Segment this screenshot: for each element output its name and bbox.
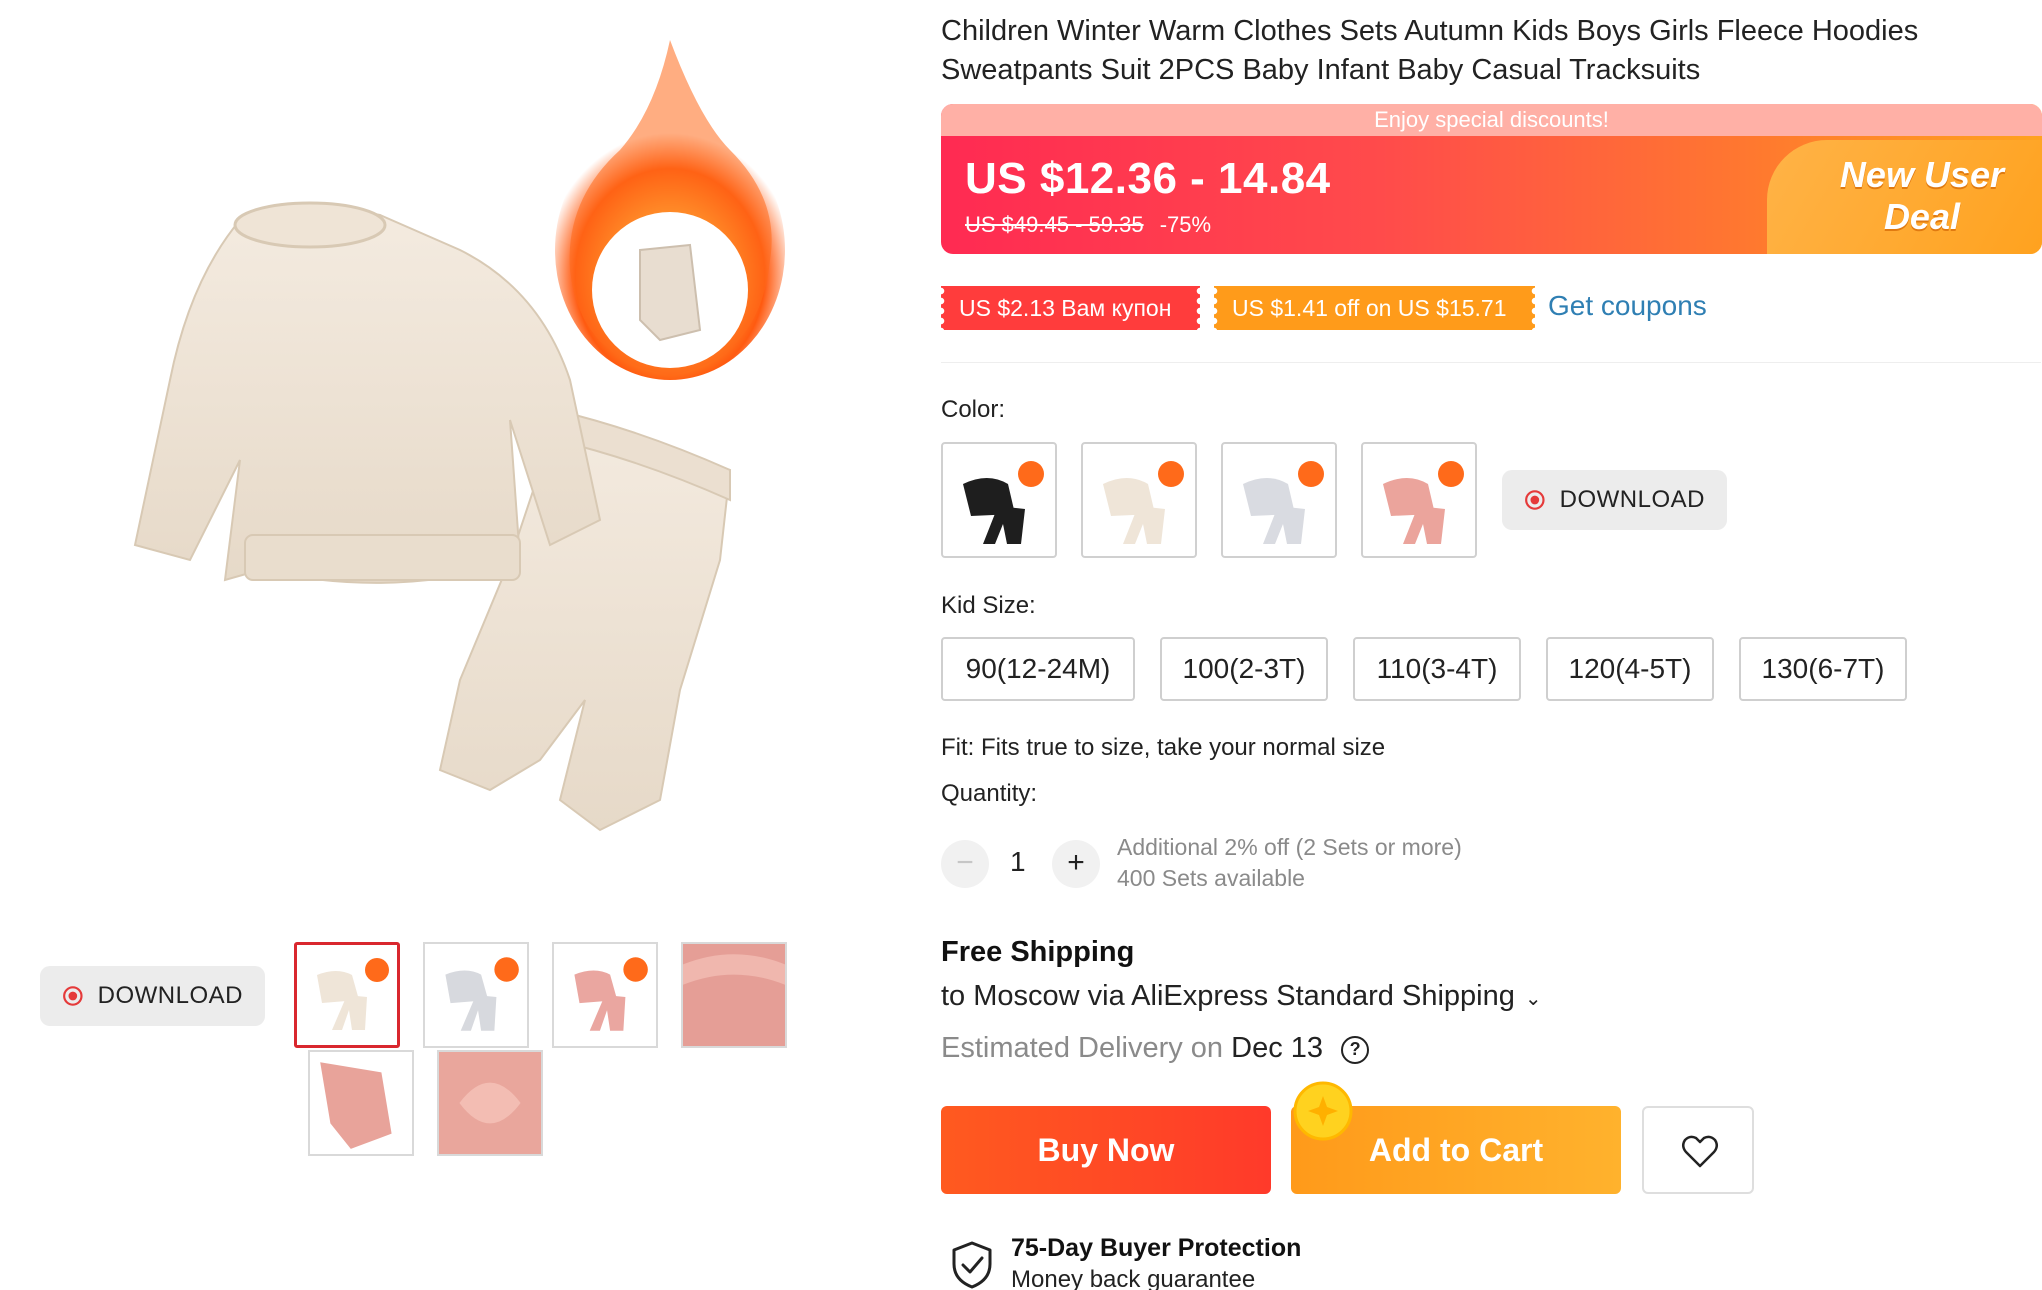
help-icon[interactable]: ? <box>1341 1036 1370 1064</box>
quantity-label: Quantity: <box>941 780 1038 807</box>
download-button[interactable]: DOWNLOAD <box>40 966 265 1026</box>
product-photo <box>133 40 785 832</box>
discount-banner: Enjoy special discounts! <box>941 104 2042 136</box>
shipping-destination: to Moscow via AliExpress Standard Shippi… <box>941 980 1515 1012</box>
size-option-100[interactable]: 100(2-3T) <box>1160 637 1328 701</box>
fit-note: Fit: Fits true to size, take your normal… <box>941 734 1386 761</box>
color-option-gray[interactable] <box>1221 442 1337 558</box>
buyer-protection-title: 75-Day Buyer Protection <box>1011 1234 1302 1262</box>
discount-percent: -75% <box>1159 212 1212 237</box>
product-title: Children Winter Warm Clothes Sets Autumn… <box>941 15 1919 86</box>
size-option-130[interactable]: 130(6-7T) <box>1739 637 1907 701</box>
thumb-image <box>554 944 656 1046</box>
new-user-deal-text: New User Deal <box>1840 154 2004 238</box>
download-target-icon <box>63 986 83 1006</box>
thumbnail-pink[interactable] <box>552 942 658 1048</box>
shield-check-icon <box>952 1241 992 1289</box>
chevron-down-icon: ⌄ <box>1524 988 1542 1010</box>
color-label: Color: <box>941 396 1006 423</box>
heart-icon <box>1682 1135 1718 1168</box>
thumbnail-beige[interactable] <box>294 942 400 1048</box>
get-coupons-link[interactable]: Get coupons <box>1548 290 1707 322</box>
thumbnail-pink-cuff[interactable] <box>308 1050 414 1156</box>
thumbnail-pink-fabric[interactable] <box>681 942 787 1048</box>
free-shipping-heading: Free Shipping <box>941 936 1135 968</box>
buyer-protection-subtitle: Money back guarantee <box>1011 1266 1256 1290</box>
quantity-decrease-button[interactable]: − <box>941 840 989 888</box>
color-swatch-image <box>1243 461 1324 544</box>
delivery-date: Dec 13 <box>1231 1032 1324 1064</box>
thumb-image <box>297 945 397 1045</box>
estimated-delivery: Estimated Delivery on Dec 13 ? <box>941 1032 1370 1065</box>
color-swatch-image <box>1103 461 1184 544</box>
color-swatch-image <box>1383 461 1464 544</box>
thumb-image <box>439 1052 541 1154</box>
buy-now-button[interactable]: Buy Now <box>941 1106 1271 1194</box>
deal-line-1: New User <box>1839 154 2004 195</box>
wishlist-button[interactable] <box>1642 1106 1754 1194</box>
thumbnail-gray[interactable] <box>423 942 529 1048</box>
quantity-increase-button[interactable]: + <box>1052 840 1100 888</box>
download-label: DOWNLOAD <box>97 982 243 1009</box>
size-option-110[interactable]: 110(3-4T) <box>1353 637 1521 701</box>
delivery-label: Estimated Delivery on <box>941 1032 1224 1064</box>
coupon-store[interactable]: US $2.13 Вам купон <box>941 286 1200 330</box>
quantity-value[interactable]: 1 <box>1010 846 1026 878</box>
color-option-beige[interactable] <box>1081 442 1197 558</box>
size-option-90[interactable]: 90(12-24M) <box>941 637 1135 701</box>
shipping-method-selector[interactable]: to Moscow via AliExpress Standard Shippi… <box>941 980 1542 1013</box>
thumb-image <box>683 944 785 1046</box>
coin-sparkle-icon <box>1293 1081 1353 1141</box>
divider <box>941 362 2041 363</box>
thumb-image <box>425 944 527 1046</box>
quantity-note: Additional 2% off (2 Sets or more) 400 S… <box>1117 832 1462 894</box>
deal-line-2: Deal <box>1883 196 1960 237</box>
thumbnail-pink-fleece[interactable] <box>437 1050 543 1156</box>
download-button-color[interactable]: DOWNLOAD <box>1502 470 1727 530</box>
coupon-off[interactable]: US $1.41 off on US $15.71 <box>1214 286 1535 330</box>
color-option-pink[interactable] <box>1361 442 1477 558</box>
original-price: US $49.45 - 59.35 <box>965 212 1144 237</box>
size-option-120[interactable]: 120(4-5T) <box>1546 637 1714 701</box>
color-swatch-image <box>963 461 1044 544</box>
color-option-black[interactable] <box>941 442 1057 558</box>
main-product-image[interactable] <box>40 0 880 920</box>
current-price: US $12.36 - 14.84 <box>965 154 1331 203</box>
original-price-row: US $49.45 - 59.35 -75% <box>965 212 1211 238</box>
size-label: Kid Size: <box>941 592 1036 619</box>
price-box: Enjoy special discounts! US $12.36 - 14.… <box>941 104 2042 254</box>
download-label: DOWNLOAD <box>1559 486 1705 513</box>
download-target-icon <box>1525 490 1545 510</box>
stock-available: 400 Sets available <box>1117 865 1305 891</box>
bulk-discount-note: Additional 2% off (2 Sets or more) <box>1117 834 1462 860</box>
thumb-image <box>310 1052 412 1154</box>
